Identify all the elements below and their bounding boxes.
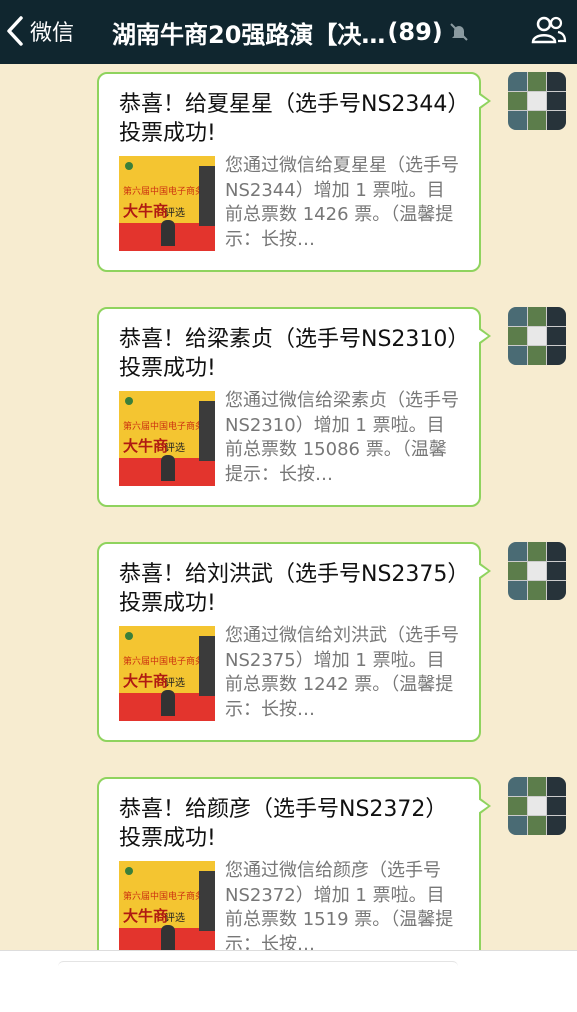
message-input[interactable] <box>58 961 458 972</box>
trophy-icon <box>161 690 175 716</box>
chat-area[interactable]: 恭喜！给夏星星（选手号NS2344）投票成功! 第六届中国电子商务 大牛商 评选… <box>0 64 577 950</box>
thumb-line1: 第六届中国电子商务 <box>123 422 205 432</box>
card-title: 恭喜！给刘洪武（选手号NS2375）投票成功! <box>119 562 459 616</box>
mute-bell-icon <box>450 23 468 41</box>
input-bar <box>0 950 577 1012</box>
thumb-line1: 第六届中国电子商务 <box>123 187 205 197</box>
group-members-icon[interactable] <box>531 14 567 46</box>
chat-title: 湖南牛商20强路演【决… (89) <box>112 14 514 50</box>
card-title: 恭喜！给颜彦（选手号NS2372）投票成功! <box>119 797 448 851</box>
thumb-line2: 大牛商 <box>123 907 169 925</box>
card-description: 您通过微信给颜彦（选手号NS2372）增加 1 票啦。目前总票数 1519 票。… <box>225 860 454 950</box>
avatar[interactable] <box>508 542 566 600</box>
link-card-bubble[interactable]: 恭喜！给梁素贞（选手号NS2310）投票成功! 第六届中国电子商务 大牛商 评选… <box>97 307 491 507</box>
avatar[interactable] <box>508 777 566 835</box>
logo-icon <box>125 867 133 875</box>
card-description: 您通过微信给夏星星（选手号NS2344）增加 1 票啦。目前总票数 1426 票… <box>225 155 459 250</box>
chevron-left-icon <box>7 16 23 46</box>
card-thumbnail: 第六届中国电子商务 大牛商 评选 <box>119 391 215 486</box>
thumb-line3: 评选 <box>165 443 185 454</box>
thumb-line3: 评选 <box>165 678 185 689</box>
thumb-line2: 大牛商 <box>123 202 169 220</box>
logo-icon <box>125 397 133 405</box>
chat-title-text: 湖南牛商20强路演【决… <box>112 20 386 49</box>
thumb-line2: 大牛商 <box>123 672 169 690</box>
avatar[interactable] <box>508 72 566 130</box>
card-title: 恭喜！给梁素贞（选手号NS2310）投票成功! <box>119 327 459 381</box>
back-label: 微信 <box>30 21 75 46</box>
card-description: 您通过微信给刘洪武（选手号NS2375）增加 1 票啦。目前总票数 1242 票… <box>225 625 459 720</box>
thumb-line3: 评选 <box>165 208 185 219</box>
link-card-bubble[interactable]: 恭喜！给刘洪武（选手号NS2375）投票成功! 第六届中国电子商务 大牛商 评选… <box>97 542 491 742</box>
member-count: (89) <box>387 18 443 46</box>
link-card-bubble[interactable]: 恭喜！给颜彦（选手号NS2372）投票成功! 第六届中国电子商务 大牛商 评选 … <box>97 777 491 950</box>
avatar[interactable] <box>508 307 566 365</box>
thumb-line1: 第六届中国电子商务 <box>123 892 205 902</box>
card-thumbnail: 第六届中国电子商务 大牛商 评选 <box>119 156 215 251</box>
trophy-icon <box>161 925 175 950</box>
card-description: 您通过微信给梁素贞（选手号NS2310）增加 1 票啦。目前总票数 15086 … <box>225 390 459 485</box>
logo-icon <box>125 632 133 640</box>
card-title: 恭喜！给夏星星（选手号NS2344）投票成功! <box>119 92 459 146</box>
back-button[interactable]: 微信 <box>6 12 74 50</box>
thumb-line2: 大牛商 <box>123 437 169 455</box>
card-thumbnail: 第六届中国电子商务 大牛商 评选 <box>119 861 215 950</box>
thumb-line3: 评选 <box>165 913 185 924</box>
thumb-line1: 第六届中国电子商务 <box>123 657 205 667</box>
trophy-icon <box>161 455 175 481</box>
trophy-icon <box>161 220 175 246</box>
logo-icon <box>125 162 133 170</box>
nav-bar: 微信 湖南牛商20强路演【决… (89) <box>0 0 577 64</box>
card-thumbnail: 第六届中国电子商务 大牛商 评选 <box>119 626 215 721</box>
link-card-bubble[interactable]: 恭喜！给夏星星（选手号NS2344）投票成功! 第六届中国电子商务 大牛商 评选… <box>97 72 491 272</box>
